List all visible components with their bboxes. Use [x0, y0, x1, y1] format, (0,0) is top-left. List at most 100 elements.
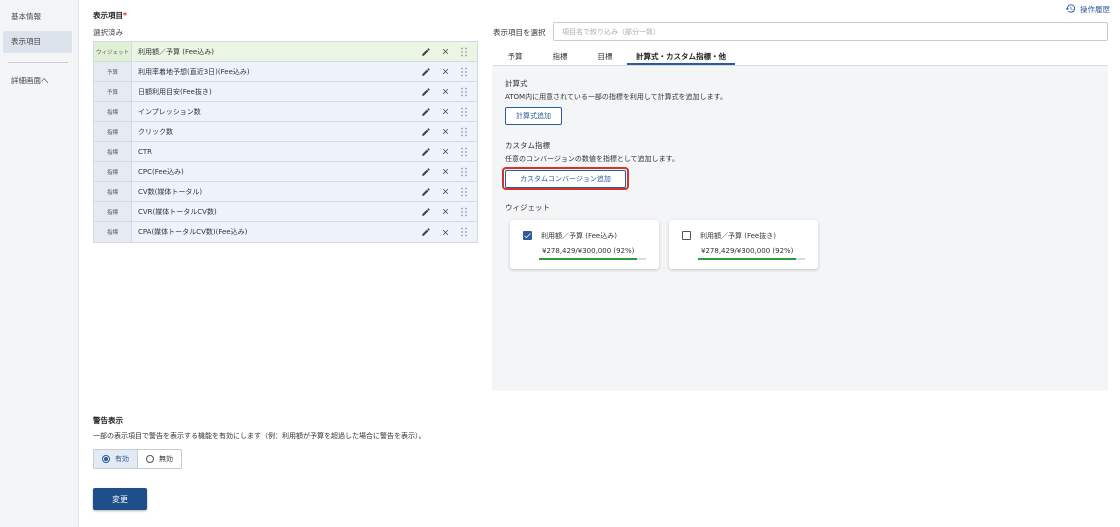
item-category-badge: 指標 [94, 102, 132, 121]
close-icon[interactable] [439, 46, 451, 58]
item-category-badge: 予算 [94, 82, 132, 101]
widget-progress-bar [698, 258, 805, 260]
drag-handle-icon[interactable] [458, 46, 470, 58]
item-label: CV数(媒体トータル) [138, 187, 203, 196]
category-tabs: 予算 指標 目標 計算式・カスタム指標・他 [493, 49, 735, 65]
warning-title: 警告表示 [93, 416, 123, 425]
history-icon [1065, 3, 1076, 16]
close-icon[interactable] [439, 206, 451, 218]
tabs-divider [493, 65, 1108, 66]
widget-checkbox[interactable] [523, 231, 532, 240]
item-category-badge: 指標 [94, 122, 132, 141]
custom-metric-description: 任意のコンバージョンの数値を指標として追加します。 [505, 155, 679, 163]
edit-icon[interactable] [420, 86, 432, 98]
select-items-label: 表示項目を選択 [493, 28, 546, 37]
edit-icon[interactable] [420, 146, 432, 158]
item-label: CVR(媒体トータルCV数) [138, 207, 217, 216]
sidebar-item-display-items[interactable]: 表示項目 [3, 31, 72, 53]
close-icon[interactable] [439, 186, 451, 198]
drag-handle-icon[interactable] [458, 166, 470, 178]
selected-label: 選択済み [93, 28, 123, 37]
drag-handle-icon[interactable] [458, 86, 470, 98]
widget-card-fee-excluded[interactable]: 利用額／予算 (Fee抜き) ¥278,429/¥300,000 (92%) [669, 220, 818, 269]
tab-formula-custom-other[interactable]: 計算式・カスタム指標・他 [627, 49, 735, 65]
history-link[interactable]: 操作履歴 [1065, 3, 1110, 16]
edit-icon[interactable] [420, 206, 432, 218]
item-category-badge: 指標 [94, 142, 132, 161]
tab-metrics[interactable]: 指標 [537, 49, 583, 65]
warning-enabled-radio[interactable]: 有効 [94, 450, 138, 468]
close-icon[interactable] [439, 86, 451, 98]
close-icon[interactable] [439, 66, 451, 78]
item-category-badge: 指標 [94, 222, 132, 242]
required-mark: * [123, 11, 127, 20]
close-icon[interactable] [439, 106, 451, 118]
selected-item-row: 予算 日額利用目安(Fee抜き) [94, 82, 477, 102]
close-icon[interactable] [439, 126, 451, 138]
drag-handle-icon[interactable] [458, 226, 470, 238]
formula-title: 計算式 [505, 79, 528, 88]
selected-item-row: 指標 CPC(Fee込み) [94, 162, 477, 182]
warning-radio-group: 有効 無効 [93, 449, 182, 469]
edit-icon[interactable] [420, 226, 432, 238]
add-formula-button[interactable]: 計算式追加 [505, 107, 562, 125]
close-icon[interactable] [439, 166, 451, 178]
item-label: CPA(媒体トータルCV数)(Fee込み) [138, 228, 248, 236]
tab-goals[interactable]: 目標 [583, 49, 627, 65]
edit-icon[interactable] [420, 106, 432, 118]
radio-label: 無効 [159, 455, 173, 463]
close-icon[interactable] [439, 146, 451, 158]
sidebar-divider [8, 62, 68, 63]
radio-label: 有効 [115, 455, 129, 463]
drag-handle-icon[interactable] [458, 66, 470, 78]
radio-dot-icon [102, 455, 110, 463]
widget-card-value: ¥278,429/¥300,000 (92%) [701, 247, 794, 255]
selected-item-row: 指標 CTR [94, 142, 477, 162]
item-label: 日額利用目安(Fee抜き) [138, 87, 212, 96]
search-input[interactable] [553, 22, 1108, 41]
edit-icon[interactable] [420, 46, 432, 58]
widget-title: ウィジェット [505, 203, 550, 212]
close-icon[interactable] [439, 226, 451, 238]
item-category-badge: 指標 [94, 162, 132, 181]
selected-item-row: 指標 クリック数 [94, 122, 477, 142]
sidebar-item-detail-screen[interactable]: 詳細画面へ [3, 70, 72, 92]
history-label: 操作履歴 [1080, 5, 1110, 14]
widget-card-fee-included[interactable]: 利用額／予算 (Fee込み) ¥278,429/¥300,000 (92%) [510, 220, 659, 269]
drag-handle-icon[interactable] [458, 186, 470, 198]
widget-card-value: ¥278,429/¥300,000 (92%) [542, 247, 635, 255]
edit-icon[interactable] [420, 166, 432, 178]
widget-checkbox[interactable] [682, 231, 691, 240]
drag-handle-icon[interactable] [458, 126, 470, 138]
item-category-badge: 予算 [94, 62, 132, 81]
selected-item-row: 指標 CVR(媒体トータルCV数) [94, 202, 477, 222]
tab-budget[interactable]: 予算 [493, 49, 537, 65]
item-label: インプレッション数 [138, 107, 201, 116]
edit-icon[interactable] [420, 66, 432, 78]
item-label: CPC(Fee込み) [138, 167, 184, 176]
warning-description: 一部の表示項目で警告を表示する機能を有効にします（例：利用額が予算を超過した場合… [93, 432, 426, 440]
warning-disabled-radio[interactable]: 無効 [138, 450, 181, 468]
item-label: 利用額／予算 (Fee込み) [138, 47, 214, 56]
selected-item-row: 指標 インプレッション数 [94, 102, 477, 122]
selected-item-row: 予算 利用率着地予想(直近3日)(Fee込み) [94, 62, 477, 82]
drag-handle-icon[interactable] [458, 106, 470, 118]
selected-item-row: 指標 CV数(媒体トータル) [94, 182, 477, 202]
item-label: CTR [138, 147, 153, 156]
item-category-badge: ウィジェット [94, 42, 132, 61]
item-category-badge: 指標 [94, 182, 132, 201]
edit-icon[interactable] [420, 186, 432, 198]
widget-card-label: 利用額／予算 (Fee抜き) [700, 232, 776, 240]
display-items-title: 表示項目* [93, 11, 127, 20]
widget-card-label: 利用額／予算 (Fee込み) [541, 232, 617, 240]
edit-icon[interactable] [420, 126, 432, 138]
sidebar-item-basic-info[interactable]: 基本情報 [3, 6, 72, 28]
submit-button[interactable]: 変更 [93, 488, 147, 510]
drag-handle-icon[interactable] [458, 206, 470, 218]
item-category-badge: 指標 [94, 202, 132, 221]
add-custom-conversion-button[interactable]: カスタムコンバージョン追加 [505, 170, 626, 188]
radio-dot-icon [146, 455, 154, 463]
widget-progress-bar [539, 258, 646, 260]
selected-item-row: 指標 CPA(媒体トータルCV数)(Fee込み) [94, 222, 477, 242]
drag-handle-icon[interactable] [458, 146, 470, 158]
